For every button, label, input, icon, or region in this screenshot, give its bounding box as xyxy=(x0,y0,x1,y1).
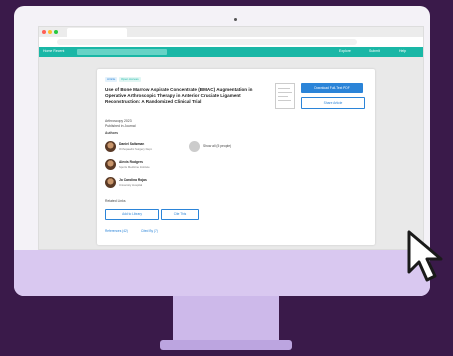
nav-link-explore[interactable]: Explore xyxy=(339,49,351,54)
authors-heading: Authors xyxy=(105,131,118,135)
paper-card: Article Open Access Use of Bone Marrow A… xyxy=(97,69,375,245)
paper-date: Arthroscopy 2023 xyxy=(105,119,132,123)
author-name: Alexis Rodgers xyxy=(119,160,144,164)
nav-link-help[interactable]: Help xyxy=(399,49,406,54)
section-label: Related Links xyxy=(105,199,126,203)
nav-link-submit[interactable]: Submit xyxy=(369,49,380,54)
download-pdf-button[interactable]: Download Full-Text PDF xyxy=(301,83,363,93)
nav-home[interactable]: Home Recent xyxy=(43,49,64,54)
monitor-chin xyxy=(14,250,430,296)
author-name: Daniel Saltzman xyxy=(119,142,145,146)
mouse-cursor-icon xyxy=(407,230,443,282)
screen: Home Recent Explore Submit Help Article … xyxy=(38,26,424,250)
pdf-thumbnail[interactable] xyxy=(275,83,295,109)
author-affiliation: University Hospital xyxy=(119,183,143,187)
search-input[interactable] xyxy=(77,49,167,55)
badge-open-access: Open Access xyxy=(119,77,141,82)
author-name: Jo Carolina Rojas xyxy=(119,178,147,182)
monitor-stand xyxy=(173,296,279,342)
show-all-authors-link[interactable]: Show all (5 people) xyxy=(203,144,231,148)
references-link[interactable]: References (42) xyxy=(105,229,128,233)
site-navbar: Home Recent Explore Submit Help xyxy=(39,47,423,57)
avatar xyxy=(105,159,116,170)
monitor-stand-base xyxy=(160,340,292,350)
author-affiliation: Orthopaedic Surgery Dept. xyxy=(119,147,153,151)
cited-by-link[interactable]: Cited By (7) xyxy=(141,229,158,233)
close-window-icon[interactable] xyxy=(42,30,46,34)
browser-tab[interactable] xyxy=(67,28,127,37)
url-field[interactable] xyxy=(57,39,357,45)
paper-title: Use of Bone Marrow Aspirate Concentrate … xyxy=(105,87,253,104)
cite-button[interactable]: Cite This xyxy=(161,209,199,220)
paper-journal[interactable]: Published in Journal xyxy=(105,124,136,128)
minimize-window-icon[interactable] xyxy=(48,30,52,34)
avatar xyxy=(105,141,116,152)
share-article-button[interactable]: Share Article xyxy=(301,97,365,109)
people-icon xyxy=(189,141,200,152)
add-to-library-button[interactable]: Add to Library xyxy=(105,209,159,220)
maximize-window-icon[interactable] xyxy=(54,30,58,34)
author-affiliation: Sports Medicine Institute xyxy=(119,165,150,169)
page-content: Article Open Access Use of Bone Marrow A… xyxy=(39,57,423,249)
avatar xyxy=(105,177,116,188)
camera xyxy=(234,18,237,21)
badge-article: Article xyxy=(105,77,118,82)
